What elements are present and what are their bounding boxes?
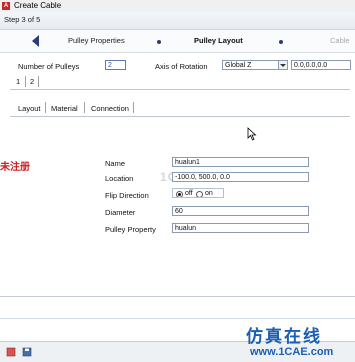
pulley-property-field[interactable]: hualun <box>172 223 309 233</box>
tab-divider <box>25 76 26 87</box>
location-label: Location <box>105 174 134 183</box>
diameter-field[interactable]: 60 <box>172 206 309 216</box>
step-dot-icon <box>279 40 283 44</box>
footer-divider <box>0 296 355 297</box>
save-icon[interactable] <box>22 347 32 357</box>
flip-off-label: off <box>185 190 193 197</box>
pulley-tab-2[interactable]: 2 <box>30 77 34 86</box>
tab-divider <box>45 102 46 113</box>
tab-connection[interactable]: Connection <box>91 104 129 113</box>
pulley-tab-1[interactable]: 1 <box>16 77 20 86</box>
back-arrow-icon[interactable] <box>32 35 39 47</box>
brand-logo-text: 仿真在线 <box>246 327 322 347</box>
diameter-label: Diameter <box>105 208 136 217</box>
wizard-nav: Pulley Properties Pulley Layout Cable <box>0 30 355 53</box>
wizard-icon[interactable] <box>6 347 16 357</box>
name-field[interactable]: hualun1 <box>172 157 309 167</box>
window-title: Create Cable <box>14 1 62 10</box>
pulley-property-label: Pulley Property <box>105 225 156 234</box>
num-pulleys-label: Number of Pulleys <box>18 62 80 71</box>
app-icon: A <box>2 2 10 10</box>
axis-select[interactable]: Global Z <box>222 60 288 70</box>
tab-material[interactable]: Material <box>51 104 78 113</box>
tab-divider <box>38 76 39 87</box>
flip-off-radio[interactable] <box>176 191 183 197</box>
brand-url: www.1CAE.com <box>250 346 334 358</box>
axis-select-value: Global Z <box>225 62 252 69</box>
step-dot-icon <box>157 40 161 44</box>
num-pulleys-field[interactable]: 2 <box>105 60 126 70</box>
step-pulley-layout: Pulley Layout <box>194 36 243 45</box>
flip-on-radio[interactable] <box>196 191 203 197</box>
flip-direction-label: Flip Direction <box>105 191 149 200</box>
flip-on-label: on <box>205 190 213 197</box>
tab-divider <box>84 102 85 113</box>
step-counter: Step 3 of 5 <box>4 15 41 24</box>
name-label: Name <box>105 159 126 168</box>
tab-strip-line <box>10 89 350 90</box>
flip-direction-group: off on <box>172 188 224 198</box>
tab-layout[interactable]: Layout <box>18 104 41 113</box>
location-field[interactable]: -100.0, 500.0, 0.0 <box>172 172 309 182</box>
mouse-cursor-icon <box>247 127 257 141</box>
chevron-down-icon[interactable] <box>278 61 287 69</box>
unregistered-label: 未注册 <box>0 162 30 173</box>
axis-vector-field[interactable]: 0.0,0.0,0.0 <box>291 60 351 70</box>
step-cable[interactable]: Cable <box>330 36 350 45</box>
footer-divider-2 <box>0 318 355 319</box>
step-header: Step 3 of 5 <box>0 12 355 30</box>
tab-divider <box>133 102 134 113</box>
section-tab-line <box>10 116 350 117</box>
axis-label: Axis of Rotation <box>155 62 208 71</box>
step-pulley-properties[interactable]: Pulley Properties <box>68 36 125 45</box>
